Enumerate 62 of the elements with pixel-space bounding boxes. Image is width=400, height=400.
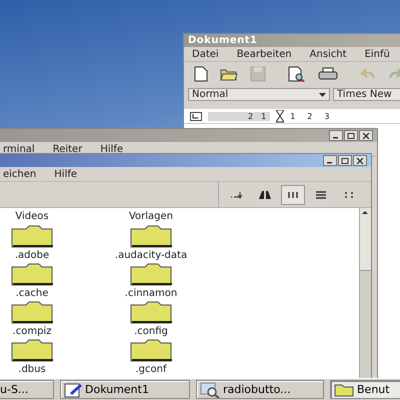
folder-icon[interactable] [130,263,172,286]
taskbar-button[interactable]: Dokument1 [60,380,190,399]
menu-item[interactable]: Reiter [52,144,82,154]
return-arrow-icon [230,190,244,198]
folder-icon[interactable] [130,225,172,248]
folder-name[interactable]: .gconf [135,364,166,375]
menu-item[interactable]: Datei [192,48,219,60]
taskbar-button[interactable]: Benut [330,380,400,399]
folder-icon[interactable] [130,339,172,362]
notepad-pen-icon [64,382,82,398]
menu-item[interactable]: Ansicht [310,48,347,60]
menu-item[interactable]: Hilfe [100,144,124,154]
menu-item[interactable]: Einfü [364,48,390,60]
folder-name[interactable]: .audacity-data [114,250,188,261]
ruler-number: 2 [307,112,312,120]
toolbar-button[interactable] [281,184,305,204]
menu-item[interactable]: Bearbeiten [236,48,292,60]
compact-view-icon [344,190,354,198]
folder-icon[interactable] [130,301,172,324]
scroll-up-arrow-icon [360,208,370,216]
menu-item[interactable]: Hilfe [54,168,78,180]
window-title: Dokument1 [188,35,258,46]
folder-icon[interactable] [11,263,53,286]
folder-name[interactable]: .cinnamon [124,288,178,299]
binoculars-icon [258,190,272,200]
list-view-icon [315,190,327,198]
image-magnifier-icon [200,382,220,398]
icon-view-icon [287,190,299,198]
ruler-number: 3 [324,112,330,120]
scrollbar[interactable] [359,208,371,378]
close-icon[interactable] [362,132,370,138]
menu-item[interactable]: eichen [3,168,36,180]
file-name[interactable]: Vorlagen [128,211,174,222]
page-preview-icon[interactable] [288,66,306,82]
folder-name[interactable]: .dbus [18,364,46,375]
paragraph-style-dropdown[interactable]: Normal [188,88,330,101]
ruler-number: 1 [290,112,296,120]
file-name[interactable]: Videos [15,211,49,222]
maximize-icon[interactable] [347,132,355,138]
ruler-number: 2 [248,112,254,120]
dropdown-arrow-icon [319,92,326,96]
folder-icon[interactable] [11,339,53,362]
taskbar-button[interactable]: radiobutto... [196,380,324,399]
folder-name[interactable]: .config [134,326,168,337]
folder-name[interactable]: .adobe [14,250,50,261]
close-icon[interactable] [356,158,364,164]
folder-icon[interactable] [11,225,53,248]
font-name-field[interactable]: Times New [333,88,400,101]
tab-stop-icon[interactable] [190,112,202,120]
printer-icon[interactable] [318,67,338,81]
new-document-icon[interactable] [194,66,208,82]
ruler-number: 1 [261,112,266,120]
folder-icon[interactable] [11,301,53,324]
open-folder-icon[interactable] [220,67,238,81]
folder-name[interactable]: .compiz [12,326,52,337]
menu-item[interactable]: rminal [3,144,35,154]
scrollbar-thumb[interactable] [360,270,371,378]
taskbar-button[interactable]: u-S... [0,380,54,399]
folder-name[interactable]: .cache [16,288,48,299]
folder-icon [334,382,354,396]
indent-marker-icon[interactable] [276,110,284,122]
maximize-icon[interactable] [341,158,349,164]
